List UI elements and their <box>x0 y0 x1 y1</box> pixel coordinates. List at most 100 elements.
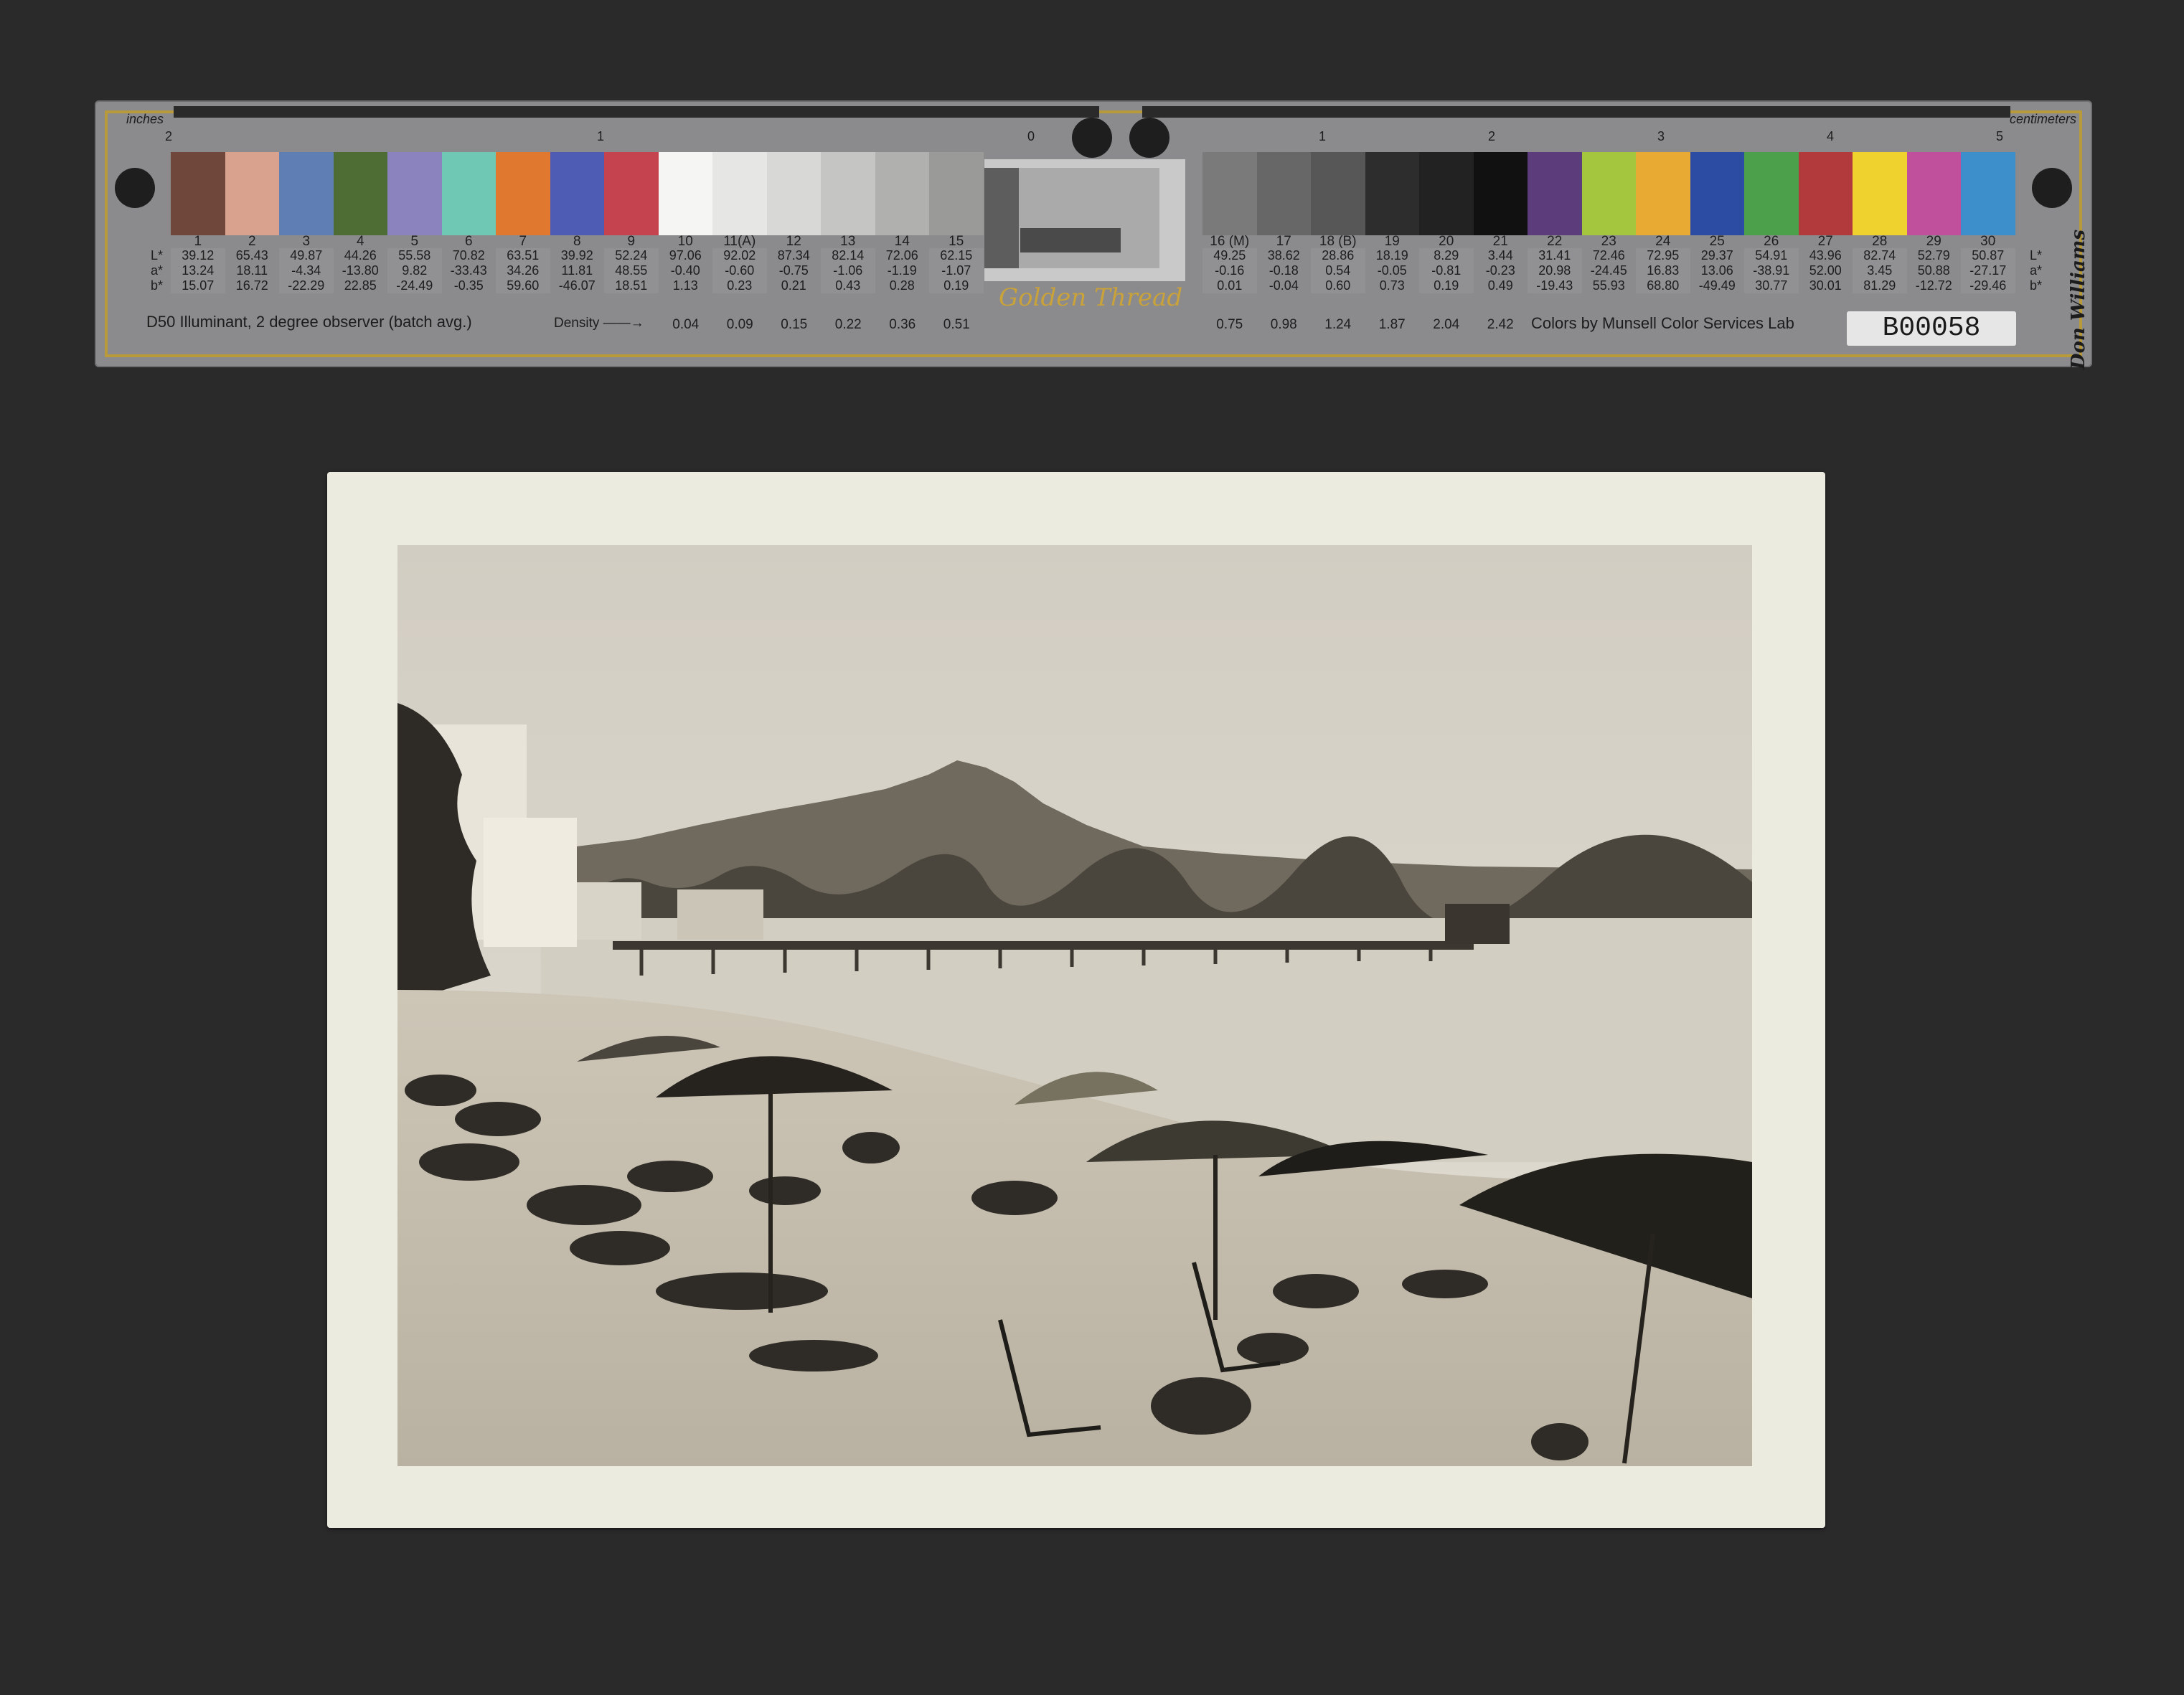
inch-tick-label: 1 <box>597 129 605 143</box>
lab-axis-label: b* <box>2029 278 2042 293</box>
color-patch-6 <box>441 152 496 235</box>
color-patch-8 <box>550 152 604 235</box>
vendor-logo: Don Williams <box>2068 230 2089 370</box>
density-value: 2.04 <box>1433 317 1460 332</box>
lab-column: 82.74 3.45 81.29 <box>1853 248 1907 293</box>
patch-number: 6 <box>464 234 473 249</box>
patch-number: 26 <box>1764 234 1779 249</box>
lab-value: 39.12 <box>182 248 215 263</box>
patch-number: 21 <box>1492 234 1508 249</box>
lab-value: 13.06 <box>1700 263 1733 278</box>
lab-value: 54.91 <box>1755 248 1788 263</box>
lab-value: 82.74 <box>1863 248 1896 263</box>
beach-scene <box>397 545 1752 1466</box>
lab-value: 49.25 <box>1213 248 1246 263</box>
color-patch-21 <box>1473 152 1528 235</box>
color-patch-16 (M) <box>1202 152 1257 235</box>
patch-number: 9 <box>627 234 636 249</box>
patch-number: 28 <box>1872 234 1888 249</box>
lab-value: -4.34 <box>291 263 321 278</box>
lab-value: 87.34 <box>777 248 810 263</box>
lab-value: 59.60 <box>507 278 540 293</box>
lab-value: 16.83 <box>1647 263 1680 278</box>
lab-value: 72.06 <box>885 248 918 263</box>
lab-column: 52.79 50.88 -12.72 <box>1907 248 1962 293</box>
lab-value: 30.01 <box>1809 278 1842 293</box>
lab-column: 97.06 -0.40 1.13 <box>659 248 713 293</box>
lab-value: 68.80 <box>1647 278 1680 293</box>
lab-values-right: 49.25 -0.16 0.01 38.62 -0.18 -0.04 28.86 0.54 0.… <box>1202 248 2015 293</box>
lab-value: -0.04 <box>1268 278 1299 293</box>
patch-number: 18 (B) <box>1319 234 1357 249</box>
lab-value: -1.06 <box>833 263 863 278</box>
color-patch-25 <box>1690 152 1744 235</box>
color-patches-left <box>171 152 984 235</box>
lab-axis-label: L* <box>151 248 164 263</box>
lab-value: 70.82 <box>452 248 485 263</box>
color-patch-5 <box>387 152 442 235</box>
lab-value: -0.05 <box>1377 263 1407 278</box>
beach-house <box>484 818 577 947</box>
lab-value: -38.91 <box>1753 263 1790 278</box>
color-patch-4 <box>333 152 387 235</box>
color-patch-10 <box>658 152 712 235</box>
lab-value: 48.55 <box>615 263 648 278</box>
patch-number: 25 <box>1709 234 1725 249</box>
lab-column: 52.24 48.55 18.51 <box>604 248 659 293</box>
patch-number: 23 <box>1601 234 1616 249</box>
patch-number: 15 <box>949 234 964 249</box>
lab-value: 97.06 <box>669 248 702 263</box>
card-hole-left <box>115 168 155 208</box>
lab-value: 50.88 <box>1917 263 1950 278</box>
cm-tick-label: 2 <box>1488 129 1496 143</box>
color-patch-13 <box>821 152 875 235</box>
color-patch-19 <box>1365 152 1419 235</box>
density-value: 0.15 <box>781 317 808 332</box>
density-value: 0.51 <box>943 317 970 332</box>
patch-number: 14 <box>894 234 910 249</box>
lab-column: 72.95 16.83 68.80 <box>1636 248 1690 293</box>
gray-scale-chart <box>984 159 1185 281</box>
patch-number: 19 <box>1384 234 1400 249</box>
lab-column: 87.34 -0.75 0.21 <box>767 248 822 293</box>
lab-value: 22.85 <box>344 278 377 293</box>
lab-column: 44.26 -13.80 22.85 <box>334 248 388 293</box>
lab-column: 3.44 -0.23 0.49 <box>1474 248 1528 293</box>
density-label: Density ——→ <box>554 316 644 331</box>
lab-value: -0.40 <box>670 263 700 278</box>
lab-value: -0.75 <box>778 263 809 278</box>
lab-value: -24.49 <box>396 278 433 293</box>
pier-pavilion <box>1445 904 1510 944</box>
patch-number: 16 (M) <box>1210 234 1250 249</box>
lab-value: 18.11 <box>236 263 268 278</box>
patch-number: 30 <box>1980 234 1996 249</box>
lab-column: 92.02 -0.60 0.23 <box>712 248 767 293</box>
patch-number: 10 <box>677 234 693 249</box>
lab-column: 43.96 52.00 30.01 <box>1799 248 1853 293</box>
card-hole-right <box>2032 168 2072 208</box>
density-value: 0.98 <box>1270 317 1297 332</box>
lab-axis-label: L* <box>2029 248 2042 263</box>
color-patch-12 <box>766 152 821 235</box>
lab-value: 52.00 <box>1809 263 1842 278</box>
cm-ruler <box>1142 106 2010 118</box>
lab-value: 52.24 <box>615 248 648 263</box>
lab-value: 39.92 <box>560 248 593 263</box>
lab-value: 38.62 <box>1267 248 1300 263</box>
lab-value: 0.49 <box>1487 278 1513 293</box>
patch-number: 8 <box>573 234 581 249</box>
patch-number: 11(A) <box>723 234 756 249</box>
lab-column: 62.15 -1.07 0.19 <box>929 248 984 293</box>
patch-number: 22 <box>1547 234 1563 249</box>
lab-value: 55.58 <box>398 248 431 263</box>
beach-photograph <box>397 545 1752 1466</box>
lab-axis-labels-left: L* a* b* <box>151 248 163 293</box>
lab-value: 15.07 <box>182 278 215 293</box>
patch-number: 13 <box>840 234 856 249</box>
patch-number: 1 <box>194 234 202 249</box>
unit-centimeters: centimeters <box>2009 112 2076 126</box>
lab-column: 54.91 -38.91 30.77 <box>1744 248 1799 293</box>
lab-value: 3.44 <box>1487 248 1513 263</box>
lab-value: 18.51 <box>615 278 648 293</box>
lab-value: -24.45 <box>1590 263 1627 278</box>
